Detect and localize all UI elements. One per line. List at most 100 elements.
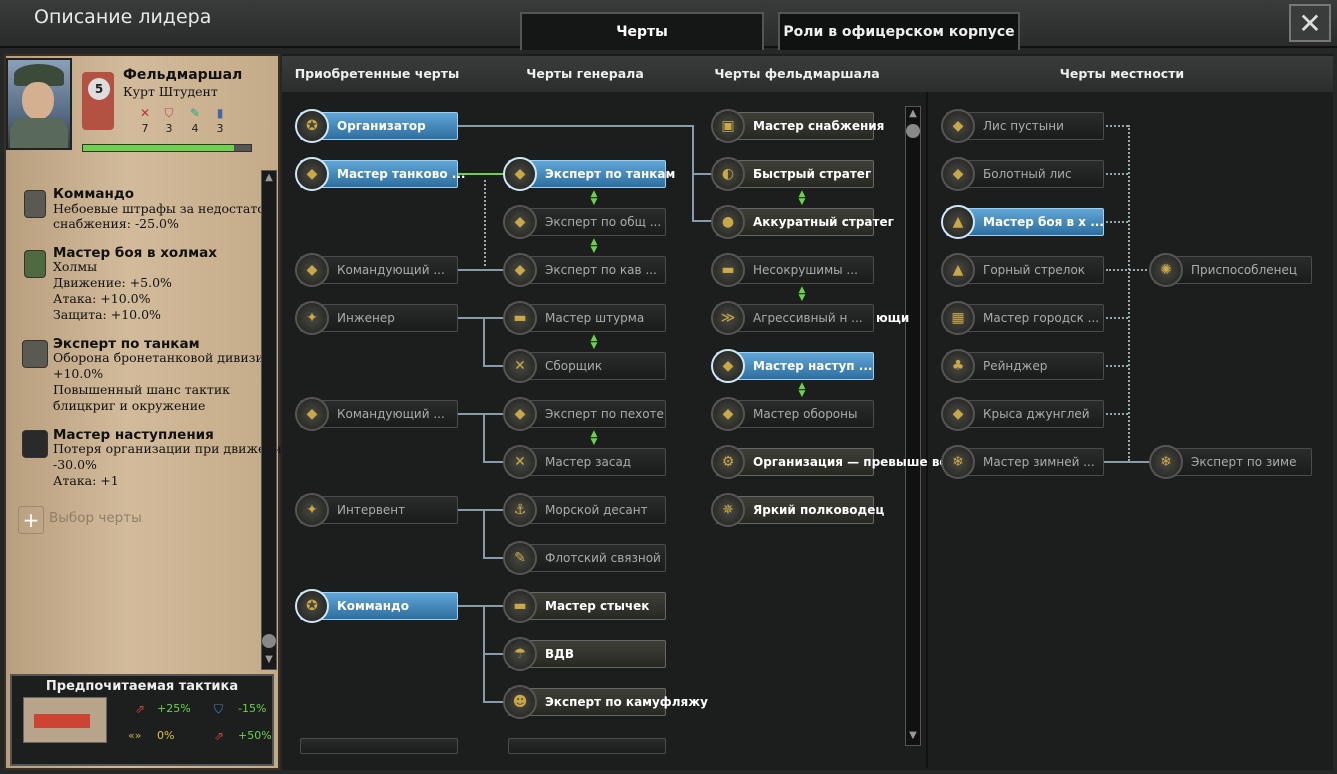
trait-title: Коммандо — [53, 186, 134, 202]
trait-node[interactable]: ☻ Эксперт по камуфляжу — [503, 685, 708, 719]
tactic-arrow-icon — [34, 714, 90, 728]
winter-specialist-icon: ❄ — [941, 445, 975, 479]
trait-node[interactable]: ▲ Горный стрелок — [941, 253, 1104, 287]
trait-node[interactable]: ◆ Болотный лис — [941, 157, 1104, 191]
trait-node[interactable]: ✪ Организатор — [295, 109, 458, 143]
tactic-mod: 0% — [157, 729, 175, 742]
trait-node[interactable]: ✎ Флотский связной — [503, 541, 666, 575]
attack-value: 7 — [141, 122, 149, 135]
trait-node-partial[interactable] — [300, 738, 458, 754]
column-acquired: Приобретенные черты — [294, 66, 460, 81]
camouflage-icon: ☻ — [503, 685, 537, 719]
trait-node[interactable]: ◆ Эксперт по общ ... — [503, 205, 666, 239]
scroll-thumb[interactable] — [906, 124, 920, 138]
trait-node[interactable]: ✦ Инженер — [295, 301, 458, 335]
left-scrollbar[interactable] — [261, 170, 277, 670]
trait-node[interactable]: ● Аккуратный стратег — [711, 205, 894, 239]
exclusive-arrows-icon: ▲ ▼ — [798, 381, 806, 399]
winter-expert-icon: ❄ — [1149, 445, 1183, 479]
close-button[interactable]: ✕ — [1289, 4, 1331, 42]
trait-node[interactable]: ◆ Лис пустыни — [941, 109, 1104, 143]
breakthrough-mod-icon: ⇗ — [214, 729, 225, 743]
portrait-uniform — [10, 118, 68, 148]
inspirational-leader-icon: ✵ — [711, 493, 745, 527]
trait-line: снабжения: -25.0% — [53, 216, 179, 231]
scroll-up-icon[interactable]: ▲ — [262, 172, 276, 186]
trait-node[interactable]: ▬ Мастер штурма — [503, 301, 666, 335]
dotted-connector — [1106, 173, 1128, 175]
trait-node[interactable]: ⚙Организация — превыше всего — [711, 445, 943, 479]
connector-active — [458, 173, 508, 175]
trait-line: +10.0% — [53, 366, 104, 381]
trait-offensive-doctrine-icon — [22, 430, 48, 458]
defense-mod-icon: ⛉ — [214, 702, 224, 716]
planning-icon: ✎ — [189, 106, 201, 120]
trait-node[interactable]: ≫ Агрессивный н ... — [711, 301, 874, 335]
attack-icon: ✕ — [139, 106, 151, 120]
scroll-down-icon[interactable]: ▼ — [906, 730, 920, 741]
trait-node[interactable]: ◆ Крыса джунглей — [941, 397, 1104, 431]
panzer-expert-icon: ◆ — [503, 157, 537, 191]
trait-node[interactable]: ✪ Коммандо — [295, 589, 458, 623]
tactic-image — [23, 697, 107, 743]
trait-node[interactable]: ♣ Рейнджер — [941, 349, 1104, 383]
add-trait-icon[interactable]: + — [18, 506, 44, 534]
dotted-connector — [1106, 365, 1128, 367]
trait-node[interactable]: ✵ Яркий полководец — [711, 493, 884, 527]
trait-node[interactable]: ✕ Сборщик — [503, 349, 666, 383]
trait-node[interactable]: ⚓ Морской десант — [503, 493, 666, 527]
trait-node[interactable]: ◆ Мастер обороны — [711, 397, 874, 431]
swamp-fox-icon: ◆ — [941, 157, 975, 191]
tactic-title: Предпочитаемая тактика — [45, 679, 239, 694]
tree-scrollbar[interactable] — [905, 106, 921, 746]
cavalry-icon: ◆ — [295, 253, 329, 287]
trait-node[interactable]: ▲ Мастер боя в х ... — [941, 205, 1104, 239]
trait-node[interactable]: ◐ Быстрый стратег — [711, 157, 874, 191]
trait-node[interactable]: ◆ Мастер наступ ... — [711, 349, 874, 383]
trait-node[interactable]: ✦ Интервент — [295, 493, 458, 527]
trait-node[interactable]: ✺ Приспособленец — [1149, 253, 1312, 287]
trait-node[interactable]: ▬ Несокрушимы ... — [711, 253, 874, 287]
urban-assault-icon: ▦ — [941, 301, 975, 335]
trait-node[interactable]: ❄ Мастер зимней ... — [941, 445, 1104, 479]
connector — [458, 125, 693, 127]
add-trait-label[interactable]: Выбор черты — [49, 510, 142, 526]
trait-node[interactable]: ❄ Эксперт по зиме — [1149, 445, 1312, 479]
scroll-thumb[interactable] — [262, 634, 276, 648]
tab-traits[interactable]: Черты — [520, 12, 764, 50]
trait-node[interactable]: ◆ Командующий ... — [295, 397, 458, 431]
trait-node[interactable]: ☂ ВДВ — [503, 637, 666, 671]
skill-level: 5 — [88, 78, 110, 100]
engineer-icon: ✦ — [295, 301, 329, 335]
dotted-connector — [1128, 125, 1130, 461]
adaptable-icon: ✺ — [1149, 253, 1183, 287]
naval-invader-icon: ⚓ — [503, 493, 537, 527]
trait-node[interactable]: ▣ Мастер снабжения — [711, 109, 884, 143]
trait-node[interactable]: ✕ Мастер засад — [503, 445, 666, 479]
trait-node-partial[interactable] — [508, 738, 666, 754]
skirmisher-icon: ▬ — [503, 589, 537, 623]
trait-line: Небоевые штрафы за недостаток — [53, 201, 273, 216]
trait-node[interactable]: ◆ Эксперт по кав ... — [503, 253, 666, 287]
trait-node[interactable]: ▬ Мастер стычек — [503, 589, 666, 623]
logistics-value: 3 — [216, 122, 224, 135]
trait-node[interactable]: ◆ Мастер танково ... — [295, 157, 465, 191]
dotted-connector — [1106, 221, 1128, 223]
connector — [1104, 461, 1154, 463]
defense-value: 3 — [165, 122, 173, 135]
scroll-down-icon[interactable]: ▼ — [262, 654, 276, 668]
mountaineer-icon: ▲ — [941, 253, 975, 287]
trait-node[interactable]: ▦ Мастер городск ... — [941, 301, 1104, 335]
ranger-icon: ♣ — [941, 349, 975, 383]
tactic-mod: +25% — [157, 702, 191, 715]
trait-line: Потеря организации при движении: — [53, 441, 295, 456]
planning-value: 4 — [191, 122, 199, 135]
trait-node[interactable]: ◆ Эксперт по танкам — [503, 157, 675, 191]
trait-node[interactable]: ◆ Эксперт по пехоте — [503, 397, 666, 431]
tab-officer-roles[interactable]: Роли в офицерском корпусе — [778, 12, 1020, 50]
trait-line: Атака: +1 — [53, 473, 119, 488]
trait-node[interactable]: ◆ Командующий ... — [295, 253, 458, 287]
infantry-icon: ◆ — [295, 397, 329, 431]
scroll-up-icon[interactable]: ▲ — [906, 108, 920, 119]
close-icon: ✕ — [1298, 6, 1322, 40]
